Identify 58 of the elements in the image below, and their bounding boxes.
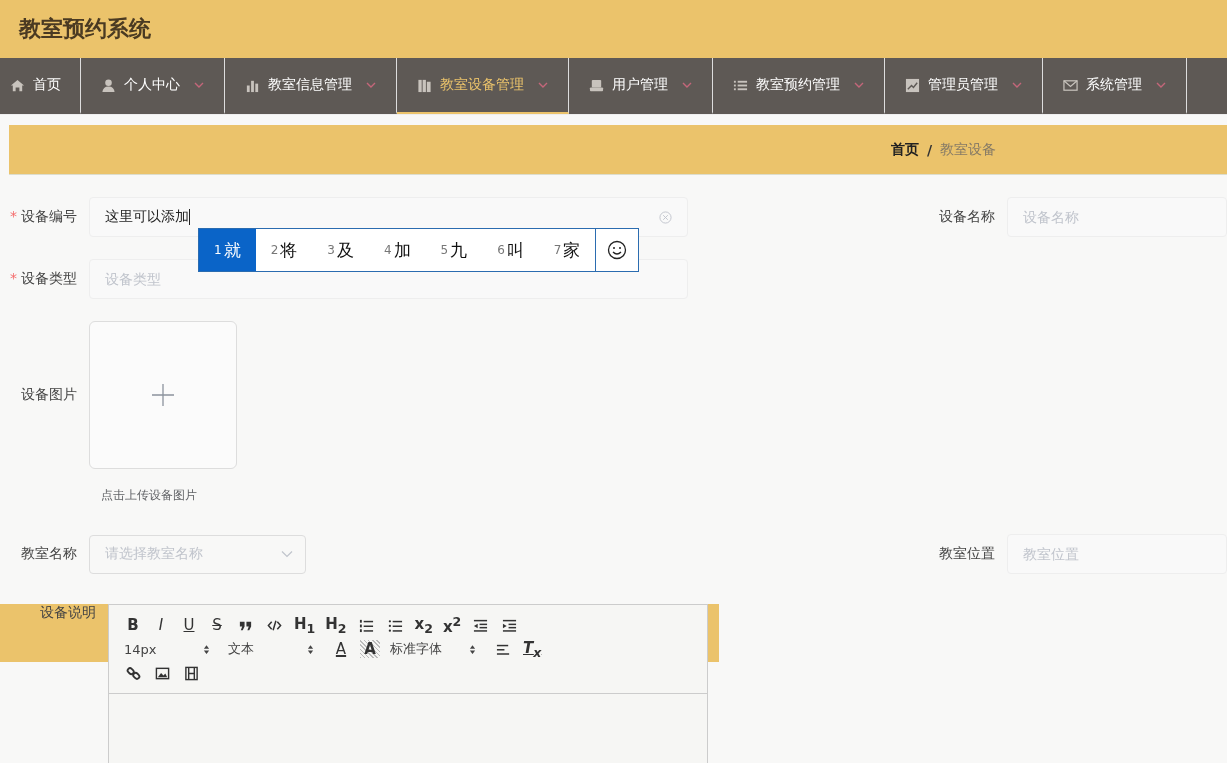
field-label: 设备图片 <box>20 386 78 404</box>
field-label: 设备类型 <box>21 270 77 286</box>
breadcrumb-link[interactable]: 首页 <box>891 140 919 159</box>
nav-item[interactable]: 首页 <box>0 58 81 114</box>
format-button[interactable]: x$^{2}$ <box>442 614 462 636</box>
required-mark: * <box>10 270 17 286</box>
bullet-list-icon[interactable] <box>387 617 403 633</box>
image-icon[interactable] <box>155 665 170 681</box>
field-label: 设备名称 <box>938 208 996 226</box>
format-button[interactable]: H$_{1}$ <box>294 614 316 636</box>
books-icon <box>417 77 432 93</box>
plus-icon <box>151 383 175 407</box>
upload-hint: 点击上传设备图片 <box>101 487 198 504</box>
person-icon <box>101 77 116 93</box>
toolbar-select[interactable]: 14px <box>124 641 210 657</box>
background-color-button[interactable]: A <box>360 640 380 658</box>
toolbar-select[interactable]: 标准字体 <box>390 640 476 658</box>
nav-item[interactable]: 教室预约管理 <box>713 58 885 114</box>
input-field[interactable]: 设备名称 <box>1007 197 1227 237</box>
nav-item[interactable]: 系统管理 <box>1043 58 1187 114</box>
bold-button[interactable]: B <box>124 616 142 634</box>
field-label: 教室位置 <box>938 545 996 563</box>
field-label: 教室名称 <box>20 545 78 563</box>
home-icon <box>10 77 25 93</box>
smiley-icon <box>607 240 628 260</box>
outdent-icon[interactable] <box>473 617 489 633</box>
required-mark: * <box>10 208 17 224</box>
chevron-down-icon <box>281 550 293 558</box>
field-label: 设备说明 <box>39 604 97 622</box>
app-title: 教室预约系统 <box>19 15 151 43</box>
format-button[interactable]: H$_{2}$ <box>325 614 347 636</box>
nav-item[interactable]: 用户管理 <box>569 58 713 114</box>
up-down-arrows-icon <box>203 643 210 655</box>
envelope-icon <box>1063 77 1078 93</box>
nav-item[interactable]: 个人中心 <box>81 58 225 114</box>
film-icon[interactable] <box>184 665 199 681</box>
breadcrumb-current: 教室设备 <box>940 140 997 159</box>
clear-format-button[interactable]: T$_{x}$ <box>523 638 542 660</box>
nav-item[interactable]: 教室信息管理 <box>225 58 397 114</box>
underline-button[interactable]: U <box>180 616 198 634</box>
line-chart-icon <box>905 77 920 93</box>
breadcrumb-separator: / <box>927 141 933 158</box>
input-field[interactable]: 教室位置 <box>1007 534 1227 574</box>
strikethrough-button[interactable]: S <box>208 616 226 634</box>
up-down-arrows-icon <box>469 643 476 655</box>
up-down-arrows-icon <box>307 643 314 655</box>
link-icon[interactable] <box>126 665 141 681</box>
nav-item[interactable]: 教室设备管理 <box>397 58 569 114</box>
nav-item[interactable]: 管理员管理 <box>885 58 1043 114</box>
ime-candidate[interactable]: 1 就 <box>199 229 256 271</box>
format-button[interactable]: x$_{2}$ <box>414 614 433 636</box>
italic-button[interactable]: I <box>152 616 170 634</box>
toolbar-select[interactable]: 文本 <box>228 640 314 658</box>
field-label: 设备编号 <box>21 208 77 224</box>
font-color-button[interactable]: A <box>332 640 350 658</box>
ordered-list-icon[interactable] <box>358 617 374 633</box>
printer-icon <box>589 77 604 93</box>
indent-icon[interactable] <box>502 617 518 633</box>
